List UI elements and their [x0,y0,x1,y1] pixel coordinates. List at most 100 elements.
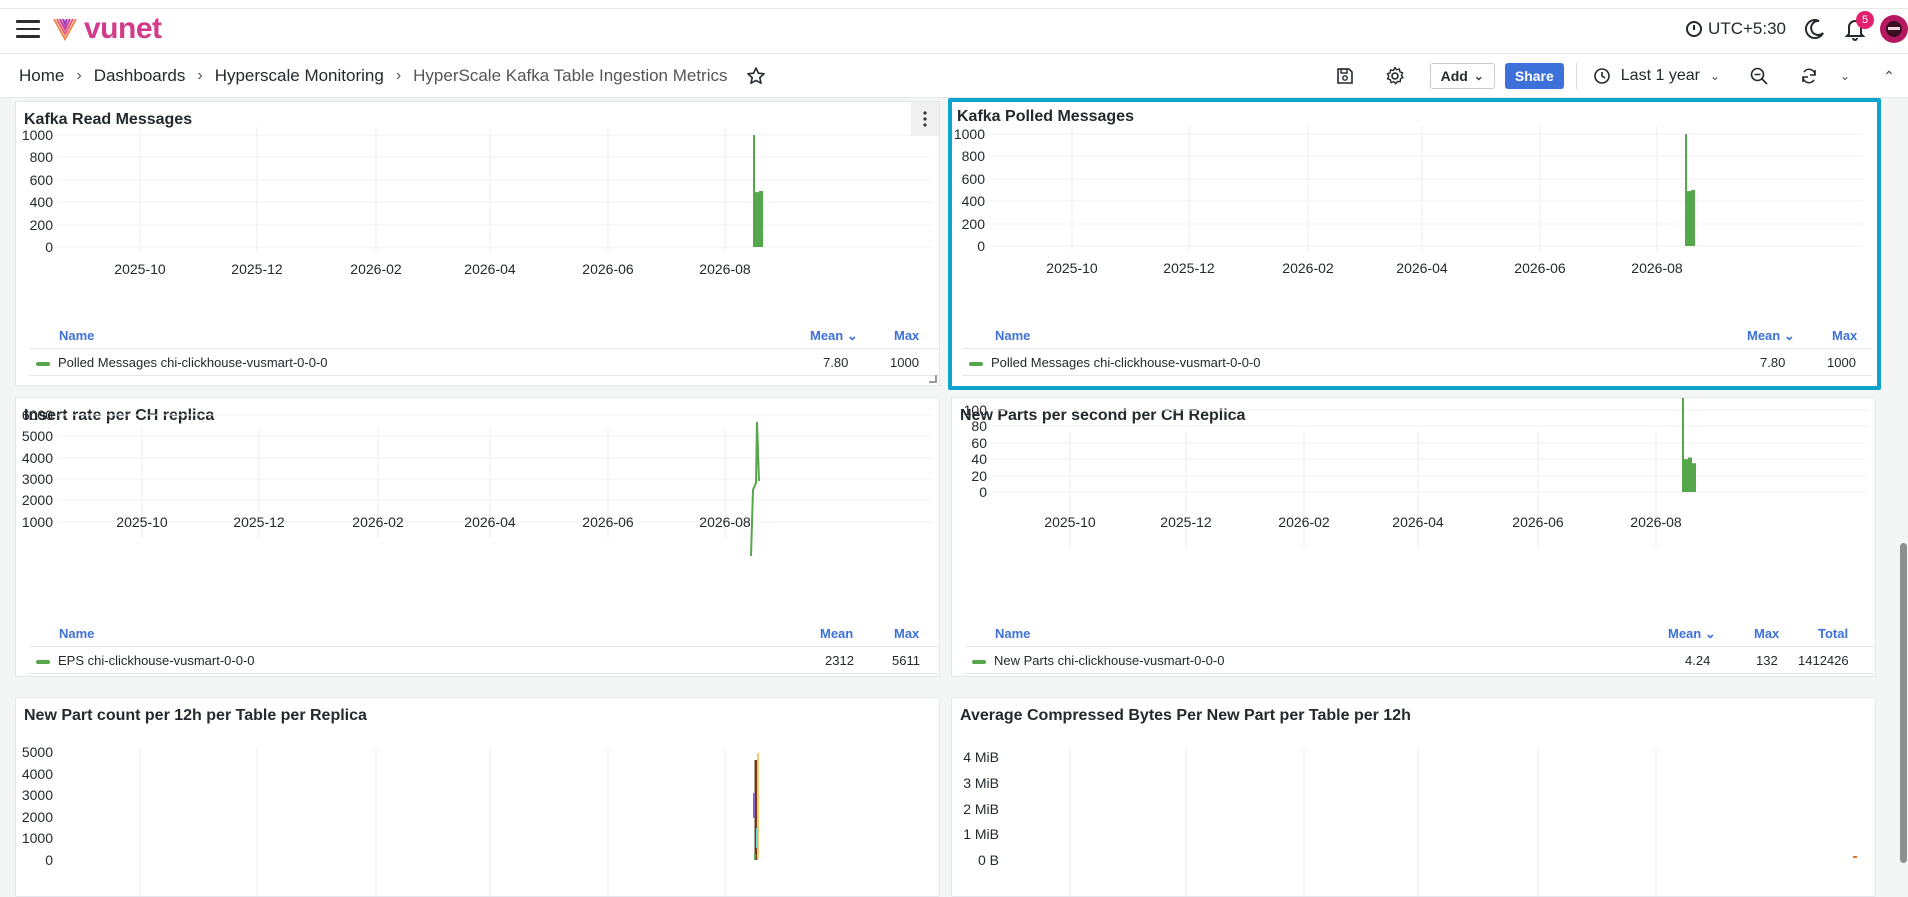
x-axis: 2025-10 2025-12 2026-02 2026-04 2026-06 2026-… [1044,514,1682,530]
y-tick-label: 120 [964,398,988,401]
x-tick-label: 2026-08 [699,261,751,277]
dashboard-settings-button[interactable] [1380,61,1410,91]
legend-header-max[interactable]: Max [1754,626,1779,641]
timezone-indicator[interactable]: UTC+5:30 [1686,19,1786,39]
theme-toggle-icon[interactable] [1804,18,1826,40]
legend-series-row[interactable]: Polled Messages chi-clickhouse-vusmart-0… [969,355,1261,370]
y-tick-label: 3000 [22,787,53,803]
legend-header-max[interactable]: Max [1832,328,1857,343]
y-tick-label: 0 [45,239,53,255]
panel-new-parts-per-second[interactable]: New Parts per second per CH Replica 0 20 4… [951,397,1876,677]
legend-header-name[interactable]: Name [59,626,94,641]
y-tick-label: 0 B [978,852,999,868]
series-lines [753,753,759,860]
collapse-toolbar-button[interactable]: ⌃ [1874,61,1904,91]
bar [1684,459,1688,492]
refresh-button[interactable] [1794,61,1824,91]
star-icon[interactable] [746,66,766,86]
y-tick-label: 1000 [22,127,53,143]
panel-kafka-polled-messages[interactable]: Kafka Polled Messages 0 200 400 600 800 1000 2… [948,98,1881,390]
x-tick-label: 2025-12 [1160,514,1212,530]
breadcrumb-home[interactable]: Home [19,66,64,86]
menu-icon[interactable] [16,20,40,38]
legend-header-total[interactable]: Total [1818,626,1848,641]
legend-header-mean[interactable]: Mean [820,626,853,641]
series-color-swatch [36,361,50,366]
series-0 [753,135,763,247]
legend-header-max[interactable]: Max [894,328,919,343]
x-tick-label: 2025-10 [1046,260,1098,276]
breadcrumb-dashboards[interactable]: Dashboards [94,66,186,86]
page-scrollbar[interactable] [1898,98,1908,883]
notification-badge: 5 [1856,11,1874,29]
series-2 [750,421,760,557]
x-tick-label: 2026-08 [1630,514,1682,530]
time-range-picker[interactable]: Last 1 year ⌄ [1593,67,1720,85]
x-tick-label: 2026-08 [1631,260,1683,276]
timezone-label: UTC+5:30 [1708,19,1786,38]
legend-mean-value: 7.80 [1760,355,1786,370]
panel-resize-handle[interactable] [929,375,937,383]
y-tick-label: 20 [971,468,987,484]
bar [753,135,755,247]
zoom-out-button[interactable] [1744,61,1774,91]
legend-header-mean[interactable]: Mean ⌄ [1668,626,1716,642]
legend-divider [29,348,939,349]
legend-header-mean[interactable]: Mean ⌄ [1747,328,1795,344]
legend-series-name: New Parts chi-clickhouse-vusmart-0-0-0 [994,653,1225,668]
legend-series-row[interactable]: EPS chi-clickhouse-vusmart-0-0-0 [36,653,255,668]
panel-avg-compressed-bytes[interactable]: Average Compressed Bytes Per New Part pe… [951,697,1876,897]
y-tick-label: 1000 [954,126,985,142]
legend-divider [29,673,939,674]
notifications-button[interactable]: 5 [1844,11,1874,41]
x-tick-label: 2026-04 [464,514,516,530]
chevron-down-icon: ⌄ [1839,69,1851,83]
legend-mean-value: 2312 [825,653,854,668]
bar [1682,398,1684,492]
breadcrumb-folder[interactable]: Hyperscale Monitoring [215,66,384,86]
y-tick-label: 60 [971,435,987,451]
legend-header-name[interactable]: Name [59,328,94,343]
legend-series-row[interactable]: New Parts chi-clickhouse-vusmart-0-0-0 [972,653,1224,668]
y-axis: 0 200 400 600 800 1000 [22,127,931,255]
panel-kafka-read-messages[interactable]: Kafka Read Messages 0 200 400 600 800 1000 202… [15,101,940,386]
gear-icon [1386,66,1404,85]
refresh-icon [1802,68,1816,84]
y-tick-label: 400 [962,193,986,209]
save-dashboard-button[interactable] [1330,61,1360,91]
user-avatar[interactable] [1880,15,1908,43]
legend-header-name[interactable]: Name [995,328,1030,343]
legend-series-row[interactable]: Polled Messages chi-clickhouse-vusmart-0… [36,355,328,370]
x-tick-label: 2026-06 [582,514,634,530]
y-tick-label: 1 MiB [963,826,999,842]
y-tick-label: 4000 [22,450,53,466]
share-button[interactable]: Share [1504,63,1564,89]
x-tick-label: 2025-12 [231,261,283,277]
legend-header-mean-label: Mean [1747,328,1781,343]
y-axis: 0 200 400 600 800 1000 [954,126,1863,254]
legend-header-name[interactable]: Name [995,626,1030,641]
add-button[interactable]: Add ⌄ [1429,63,1495,89]
bar [759,191,763,247]
y-tick-label: 3 MiB [963,775,999,791]
brand-name: vunet [84,12,162,45]
legend-header-mean[interactable]: Mean ⌄ [810,328,858,344]
x-tick-label: 2026-02 [1278,514,1330,530]
x-tick-label: 2026-08 [699,514,751,530]
scrollbar-thumb[interactable] [1900,543,1907,863]
panel-new-part-count[interactable]: New Part count per 12h per Table per Rep… [15,697,940,897]
chart-kafka-polled-messages: 020040060080010002025-10 2025-12 2026-02 20… [954,126,1863,276]
x-tick-label: 2025-10 [114,261,166,277]
x-tick-label: 2026-06 [1512,514,1564,530]
x-tick-label: 2026-04 [1392,514,1444,530]
panel-insert-rate[interactable]: Insert rate per CH replica 1000 2000 3000 4… [15,397,940,677]
refresh-interval-dropdown[interactable]: ⌄ [1830,61,1860,91]
legend-header-max[interactable]: Max [894,626,919,641]
y-tick-label: 5000 [22,744,53,760]
legend-divider [29,375,939,376]
y-tick-label: 6000 [22,407,53,423]
chart-new-parts-per-second: 0204060801001201402025-102025-122026-022… [964,398,1867,548]
legend-max-value: 132 [1756,653,1778,668]
dashboard-nav-bar: Home › Dashboards › Hyperscale Monitorin… [0,54,1908,98]
brand-logo[interactable]: vunet [52,14,162,44]
